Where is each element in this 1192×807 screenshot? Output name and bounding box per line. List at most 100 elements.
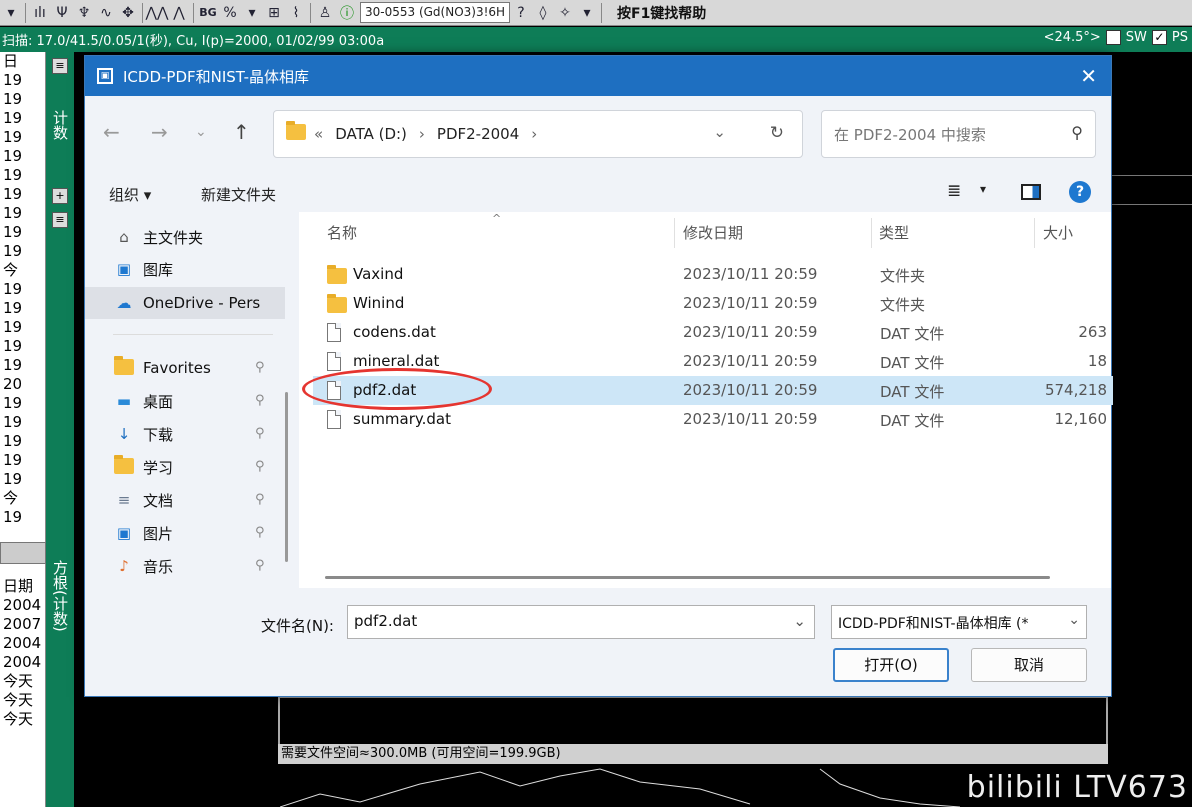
help-icon[interactable]: ? bbox=[1069, 181, 1091, 203]
nav-item[interactable]: ⌂ 主文件夹 bbox=[113, 222, 203, 252]
column-separator[interactable] bbox=[674, 218, 675, 248]
bar-chart-icon[interactable]: ılı bbox=[29, 2, 51, 24]
nav-item[interactable]: ▣ 图库 bbox=[113, 254, 173, 284]
pin-icon[interactable]: ⚲ bbox=[255, 393, 265, 408]
nav-icon: ▬ bbox=[116, 392, 132, 410]
date-cell: 19 bbox=[3, 223, 23, 241]
chevron-down-icon[interactable]: ⌄ bbox=[793, 612, 806, 630]
dropdown-icon[interactable]: ▾ bbox=[241, 2, 263, 24]
address-dropdown-icon[interactable]: ⌄ bbox=[713, 123, 726, 141]
bg-icon[interactable]: BG bbox=[197, 2, 219, 24]
file-row[interactable]: codens.dat 2023/10/11 20:59 DAT 文件 263 bbox=[313, 318, 1113, 347]
split-icon[interactable]: ✥ bbox=[117, 2, 139, 24]
phase-combo[interactable]: 30-0553 (Gd(NO3)3!6H bbox=[360, 2, 510, 23]
nav-item[interactable]: ▬ 桌面 bbox=[113, 386, 173, 416]
nav-item[interactable]: ♪ 音乐 bbox=[113, 551, 173, 581]
pin-icon[interactable]: ⚲ bbox=[255, 459, 265, 474]
nav-item[interactable]: ☁ OneDrive - Pers bbox=[113, 288, 261, 318]
peaks-color-icon[interactable]: ⋀ bbox=[168, 2, 190, 24]
space-info: 需要文件空间≈300.0MB (可用空间=199.9GB) bbox=[278, 744, 1108, 764]
dropdown-icon[interactable]: ▾ bbox=[576, 2, 598, 24]
date-cell: 2004 bbox=[3, 653, 42, 671]
column-separator[interactable] bbox=[1034, 218, 1035, 248]
list-dropdown[interactable] bbox=[0, 542, 46, 564]
panel-button[interactable]: ≡ bbox=[52, 212, 68, 228]
recent-dropdown-icon[interactable]: ⌄ bbox=[195, 124, 207, 140]
column-size[interactable]: 大小 bbox=[1043, 222, 1073, 243]
pin-icon[interactable]: ⚲ bbox=[255, 360, 265, 375]
noise-icon[interactable]: ∿ bbox=[95, 2, 117, 24]
back-icon[interactable]: ← bbox=[103, 120, 120, 144]
ps-checkbox[interactable]: ✓ bbox=[1151, 30, 1167, 45]
crumb-separator[interactable]: › bbox=[419, 125, 425, 143]
nav-scrollbar[interactable] bbox=[285, 392, 288, 562]
question-icon[interactable]: ? bbox=[510, 2, 532, 24]
toolbar-separator bbox=[601, 2, 602, 23]
column-separator[interactable] bbox=[871, 218, 872, 248]
nav-item[interactable]: ▣ 图片 bbox=[113, 518, 173, 548]
peaks-icon[interactable]: ⋀⋀ bbox=[146, 2, 169, 24]
column-type[interactable]: 类型 bbox=[879, 222, 909, 243]
nav-divider bbox=[113, 334, 273, 335]
nav-icon: ☁ bbox=[116, 294, 132, 312]
help-hint: 按F1键找帮助 bbox=[617, 5, 707, 22]
dialog-title: ICDD-PDF和NIST-晶体相库 bbox=[123, 67, 309, 86]
nav-item[interactable]: ≡ 文档 bbox=[113, 485, 173, 515]
flask-icon[interactable]: ♙ bbox=[314, 2, 336, 24]
pin-icon[interactable]: ⚲ bbox=[255, 426, 265, 441]
address-bar[interactable]: « DATA (D:) › PDF2-2004 › ⌄ ↻ bbox=[273, 110, 803, 158]
wave-icon[interactable]: Ψ bbox=[51, 2, 73, 24]
panel-button[interactable]: ≡ bbox=[52, 58, 68, 74]
file-row[interactable]: Vaxind 2023/10/11 20:59 文件夹 bbox=[313, 260, 1113, 289]
file-icon bbox=[327, 352, 343, 372]
dropdown-icon[interactable]: ▾ bbox=[0, 2, 22, 24]
horizontal-scrollbar[interactable] bbox=[325, 576, 1050, 579]
close-icon[interactable]: ✕ bbox=[1080, 64, 1097, 88]
file-row[interactable]: Winind 2023/10/11 20:59 文件夹 bbox=[313, 289, 1113, 318]
nav-item[interactable]: ↓ 下载 bbox=[113, 419, 173, 449]
forward-icon[interactable]: → bbox=[151, 120, 168, 144]
chevron-down-icon[interactable]: ⌄ bbox=[1064, 612, 1080, 628]
nav-item[interactable]: 学习 bbox=[113, 452, 173, 482]
crumb-drive[interactable]: DATA (D:) bbox=[335, 125, 407, 143]
search-box[interactable]: 在 PDF2-2004 中搜索 ⚲ bbox=[821, 110, 1096, 158]
filetype-select[interactable]: ICDD-PDF和NIST-晶体相库 (* ⌄ bbox=[831, 605, 1087, 639]
pattern-icon[interactable]: ⌇ bbox=[285, 2, 307, 24]
sw-checkbox[interactable] bbox=[1105, 30, 1121, 45]
address-overflow[interactable]: « bbox=[314, 125, 323, 143]
cancel-button[interactable]: 取消 bbox=[971, 648, 1087, 682]
help-icon[interactable]: ⓘ bbox=[336, 2, 358, 24]
new-folder-button[interactable]: 新建文件夹 bbox=[201, 184, 276, 205]
screen: ▾ ılı Ψ ♆ ∿ ✥ ⋀⋀ ⋀ BG % ▾ ⊞ ⌇ ♙ ⓘ 30-055… bbox=[0, 0, 1192, 807]
nav-item-label: Favorites bbox=[143, 359, 211, 377]
expand-button[interactable]: + bbox=[52, 188, 68, 204]
drop-icon[interactable]: ◊ bbox=[532, 2, 554, 24]
refresh-icon[interactable]: ↻ bbox=[770, 123, 784, 143]
up-icon[interactable]: ↑ bbox=[233, 120, 250, 144]
pin-icon[interactable]: ⚲ bbox=[255, 558, 265, 573]
date-cell: 19 bbox=[3, 166, 23, 184]
nav-item[interactable]: Favorites bbox=[113, 353, 211, 383]
filter-icon[interactable]: % bbox=[219, 2, 241, 24]
column-date[interactable]: 修改日期 bbox=[683, 222, 743, 243]
crumb-separator[interactable]: › bbox=[531, 125, 537, 143]
pin-icon[interactable]: ⚲ bbox=[255, 492, 265, 507]
grid-icon[interactable]: ⊞ bbox=[263, 2, 285, 24]
folder-icon bbox=[327, 294, 347, 314]
peak-icon[interactable]: ♆ bbox=[73, 2, 95, 24]
open-button[interactable]: 打开(O) bbox=[833, 648, 949, 682]
column-name[interactable]: 名称 bbox=[327, 222, 357, 243]
view-dropdown-icon[interactable]: ▾ bbox=[980, 182, 986, 196]
file-row[interactable]: summary.dat 2023/10/11 20:59 DAT 文件 12,160 bbox=[313, 405, 1113, 434]
side-strip bbox=[46, 52, 74, 807]
preview-pane-icon[interactable] bbox=[1021, 184, 1041, 200]
filename-value: pdf2.dat bbox=[354, 612, 418, 630]
organize-button[interactable]: 组织 ▾ bbox=[109, 184, 151, 205]
filename-field[interactable]: pdf2.dat ⌄ bbox=[347, 605, 815, 639]
date-cell: 19 bbox=[3, 90, 23, 108]
move-icon[interactable]: ✧ bbox=[554, 2, 576, 24]
view-icon[interactable]: ≣ bbox=[947, 181, 961, 201]
pin-icon[interactable]: ⚲ bbox=[255, 525, 265, 540]
toolbar-separator bbox=[310, 2, 311, 23]
crumb-folder[interactable]: PDF2-2004 bbox=[437, 125, 519, 143]
